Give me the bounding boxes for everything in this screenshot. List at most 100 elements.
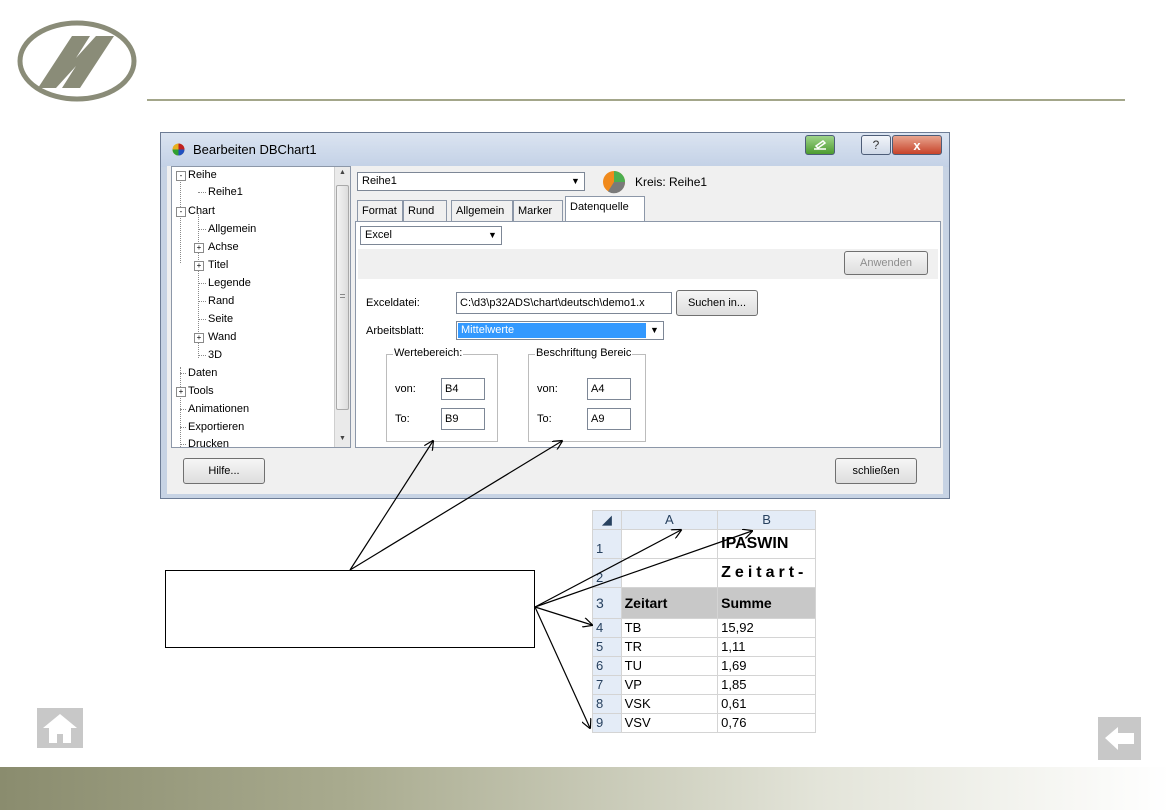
browse-button[interactable]: Suchen in... bbox=[676, 290, 758, 316]
tree-item-reihe1[interactable]: Reihe1 bbox=[208, 185, 243, 199]
tree-item-achse[interactable]: Achse bbox=[208, 240, 239, 254]
chevron-down-icon[interactable]: ▼ bbox=[486, 229, 499, 242]
tree-connector bbox=[198, 355, 206, 356]
series-select[interactable]: Reihe1 ▼ bbox=[357, 172, 585, 191]
tree-item-wand[interactable]: Wand bbox=[208, 330, 236, 344]
scroll-down-icon[interactable]: ▼ bbox=[339, 435, 346, 442]
minimize-button[interactable] bbox=[805, 135, 835, 155]
tree-item-rand[interactable]: Rand bbox=[208, 294, 234, 308]
row-number[interactable]: 3 bbox=[592, 587, 622, 619]
tab-format[interactable]: Format bbox=[357, 200, 403, 221]
row-number[interactable]: 6 bbox=[592, 656, 622, 676]
expand-icon[interactable]: + bbox=[194, 333, 204, 343]
tree-item-exportieren[interactable]: Exportieren bbox=[188, 420, 244, 434]
table-row: 6 TU 1,69 bbox=[592, 656, 816, 676]
scroll-up-icon[interactable]: ▲ bbox=[339, 169, 346, 176]
expand-icon[interactable]: + bbox=[194, 261, 204, 271]
tree-item-chart[interactable]: Chart bbox=[188, 204, 215, 218]
row-number[interactable]: 2 bbox=[592, 558, 622, 588]
series-info: Kreis: Reihe1 bbox=[635, 175, 708, 189]
cell-b7[interactable]: 1,85 bbox=[717, 675, 816, 695]
cell-b5[interactable]: 1,11 bbox=[717, 637, 816, 657]
close-button[interactable]: x bbox=[892, 135, 942, 155]
value-from-input[interactable]: B4 bbox=[441, 378, 485, 400]
row-number[interactable]: 5 bbox=[592, 637, 622, 657]
label-from-input[interactable]: A4 bbox=[587, 378, 631, 400]
tree-item-animationen[interactable]: Animationen bbox=[188, 402, 249, 416]
help-dialog-button[interactable]: Hilfe... bbox=[183, 458, 265, 484]
tree-connector bbox=[180, 427, 186, 428]
cell-b1[interactable]: IPASWIN bbox=[717, 529, 816, 559]
label-to-input[interactable]: A9 bbox=[587, 408, 631, 430]
back-button[interactable] bbox=[1098, 717, 1141, 760]
value-to-input[interactable]: B9 bbox=[441, 408, 485, 430]
row-number[interactable]: 1 bbox=[592, 529, 622, 559]
cell-b2[interactable]: Zeitart- bbox=[717, 558, 816, 588]
tab-rund[interactable]: Rund bbox=[403, 200, 447, 221]
cell-b9[interactable]: 0,76 bbox=[717, 713, 816, 733]
tree-item-seite[interactable]: Seite bbox=[208, 312, 233, 326]
tree-item-tools[interactable]: Tools bbox=[188, 384, 214, 398]
help-button[interactable]: ? bbox=[861, 135, 891, 155]
value-range-title: Wertebereich: bbox=[393, 347, 464, 359]
datasource-type-select[interactable]: Excel ▼ bbox=[360, 226, 502, 245]
tree-connector bbox=[198, 192, 206, 193]
expand-icon[interactable]: + bbox=[176, 387, 186, 397]
tree-item-reihe[interactable]: Reihe bbox=[188, 168, 217, 182]
cell-a7[interactable]: VP bbox=[620, 675, 719, 695]
cell-a9[interactable]: VSV bbox=[620, 713, 719, 733]
cell-a8[interactable]: VSK bbox=[620, 694, 719, 714]
row-number[interactable]: 7 bbox=[592, 675, 622, 695]
dialog-title: Bearbeiten DBChart1 bbox=[193, 142, 317, 157]
column-header-b[interactable]: B bbox=[717, 510, 816, 530]
row-number[interactable]: 9 bbox=[592, 713, 622, 733]
apply-toolbar: Anwenden bbox=[358, 249, 938, 279]
tree-item-drucken[interactable]: Drucken bbox=[188, 437, 229, 447]
tab-allgemein[interactable]: Allgemein bbox=[451, 200, 513, 221]
cell-b4[interactable]: 15,92 bbox=[717, 618, 816, 638]
tree-scrollbar[interactable]: ▲ ▼ bbox=[334, 167, 350, 447]
close-dialog-button[interactable]: schließen bbox=[835, 458, 917, 484]
row-number[interactable]: 8 bbox=[592, 694, 622, 714]
home-button[interactable] bbox=[37, 708, 83, 748]
tree-item-daten[interactable]: Daten bbox=[188, 366, 217, 380]
cell-a5[interactable]: TR bbox=[620, 637, 719, 657]
cell-a3[interactable]: Zeitart bbox=[620, 587, 719, 619]
cell-b6[interactable]: 1,69 bbox=[717, 656, 816, 676]
excel-file-input[interactable]: C:\d3\p32ADS\chart\deutsch\demo1.x bbox=[456, 292, 672, 314]
back-arrow-icon bbox=[1105, 727, 1134, 750]
spreadsheet-table: ◢ A B 1 IPASWIN 2 Zeitart- 3 Zeitart Sum… bbox=[592, 510, 816, 733]
chevron-down-icon[interactable]: ▼ bbox=[648, 324, 661, 337]
tree-connector bbox=[180, 373, 186, 374]
cell-b3[interactable]: Summe bbox=[717, 587, 816, 619]
column-header-a[interactable]: A bbox=[620, 510, 719, 530]
scrollbar-thumb[interactable] bbox=[336, 185, 349, 410]
edit-chart-dialog: Bearbeiten DBChart1 ? x - Reihe Reihe1 -… bbox=[160, 132, 950, 499]
corner-cell[interactable]: ◢ bbox=[592, 510, 622, 530]
settings-tree[interactable]: - Reihe Reihe1 - Chart Allgemein + Achse… bbox=[171, 166, 351, 448]
cell-a4[interactable]: TB bbox=[620, 618, 719, 638]
collapse-icon[interactable]: - bbox=[176, 171, 186, 181]
pie-chart-icon bbox=[603, 171, 626, 194]
dialog-titlebar[interactable]: Bearbeiten DBChart1 ? x bbox=[161, 133, 949, 167]
apply-button[interactable]: Anwenden bbox=[844, 251, 928, 275]
cell-b8[interactable]: 0,61 bbox=[717, 694, 816, 714]
tree-item-allgemein[interactable]: Allgemein bbox=[208, 222, 256, 236]
chevron-down-icon[interactable]: ▼ bbox=[569, 175, 582, 188]
tree-item-3d[interactable]: 3D bbox=[208, 348, 222, 362]
table-row: 5 TR 1,11 bbox=[592, 637, 816, 657]
tree-item-titel[interactable]: Titel bbox=[208, 258, 228, 272]
sheet-select[interactable]: Mittelwerte ▼ bbox=[456, 321, 664, 340]
tab-datenquelle[interactable]: Datenquelle bbox=[565, 196, 645, 222]
tree-item-legende[interactable]: Legende bbox=[208, 276, 251, 290]
collapse-icon[interactable]: - bbox=[176, 207, 186, 217]
table-row: 8 VSK 0,61 bbox=[592, 694, 816, 714]
expand-icon[interactable]: + bbox=[194, 243, 204, 253]
tree-connector bbox=[198, 301, 206, 302]
tab-marker[interactable]: Marker bbox=[513, 200, 563, 221]
row-number[interactable]: 4 bbox=[592, 618, 622, 638]
cell-a1[interactable] bbox=[620, 529, 719, 559]
cell-a6[interactable]: TU bbox=[620, 656, 719, 676]
cell-a2[interactable] bbox=[620, 558, 719, 588]
arrow-to-row-9 bbox=[534, 606, 590, 728]
